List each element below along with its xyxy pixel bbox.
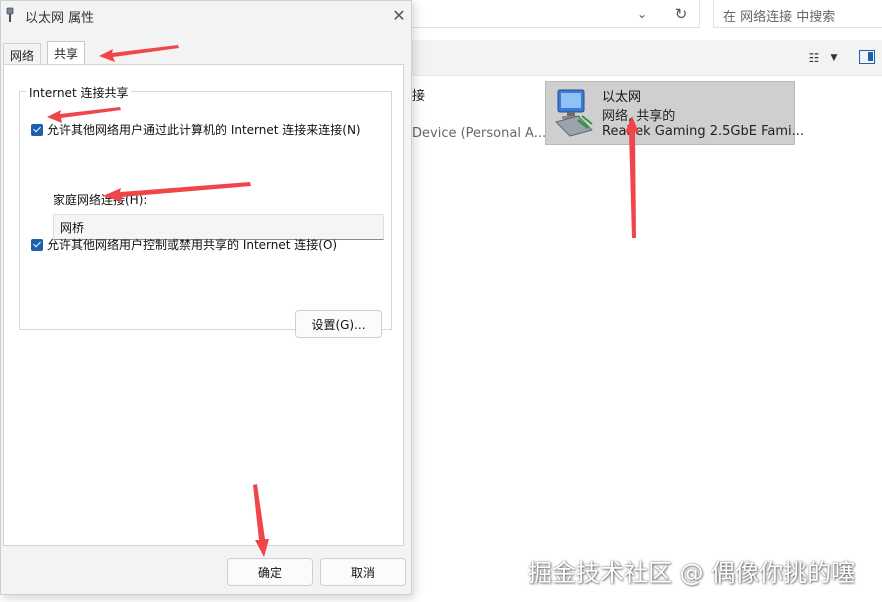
view-options-icon[interactable]: ☷: [806, 50, 822, 66]
close-icon[interactable]: ✕: [387, 4, 411, 26]
dialog-titlebar[interactable]: 以太网 属性 ✕: [1, 1, 411, 31]
dialog-tabs: 网络 共享: [1, 41, 411, 65]
group-title: Internet 连接共享: [26, 84, 132, 101]
ethernet-properties-dialog: 以太网 属性 ✕ 网络 共享 Internet 连接共享 允许其他网络用户通过此…: [0, 0, 412, 595]
ethernet-adapter-tile[interactable]: 以太网 网络, 共享的 Realtek Gaming 2.5GbE Fami..…: [545, 81, 804, 145]
ok-button[interactable]: 确定: [227, 558, 313, 586]
watermark: 掘金技术社区 @ 偶像你挑的噻: [528, 559, 856, 587]
details-pane-icon[interactable]: [859, 50, 875, 64]
settings-button[interactable]: 设置(G)...: [295, 310, 382, 338]
sharing-tab-panel: Internet 连接共享 允许其他网络用户通过此计算机的 Internet 连…: [3, 64, 404, 546]
address-bar[interactable]: [400, 0, 700, 28]
search-input[interactable]: 在 网络连接 中搜索: [713, 0, 882, 28]
dialog-title: 以太网 属性: [25, 11, 95, 26]
partial-connection-name: 接: [412, 89, 426, 104]
allow-share-label: 允许其他网络用户通过此计算机的 Internet 连接来连接(N): [47, 123, 361, 137]
allow-share-checkbox[interactable]: [31, 123, 43, 136]
home-network-label: 家庭网络连接(H):: [53, 193, 148, 207]
tab-sharing[interactable]: 共享: [47, 41, 86, 65]
allow-control-checkbox[interactable]: [31, 238, 43, 251]
allow-control-label: 允许其他网络用户控制或禁用共享的 Internet 连接(O): [47, 238, 338, 252]
adapter-status: 网络, 共享的: [602, 109, 676, 124]
internet-sharing-group: Internet 连接共享 允许其他网络用户通过此计算机的 Internet 连…: [19, 84, 392, 338]
allow-control-row[interactable]: 允许其他网络用户控制或禁用共享的 Internet 连接(O): [31, 236, 337, 253]
adapter-name: 以太网: [602, 90, 642, 105]
cancel-button[interactable]: 取消: [320, 558, 406, 586]
network-cable-icon: [6, 7, 14, 22]
partial-connection-device: Device (Personal A...: [412, 126, 547, 141]
adapter-device: Realtek Gaming 2.5GbE Fami...: [602, 124, 804, 139]
network-adapter-icon: [555, 89, 593, 137]
chevron-down-icon[interactable]: ⌄: [632, 4, 652, 24]
view-dropdown-icon[interactable]: ▼: [828, 50, 840, 66]
refresh-icon[interactable]: ↻: [670, 3, 692, 25]
allow-share-row[interactable]: 允许其他网络用户通过此计算机的 Internet 连接来连接(N): [31, 121, 361, 138]
tab-network[interactable]: 网络: [3, 43, 42, 65]
